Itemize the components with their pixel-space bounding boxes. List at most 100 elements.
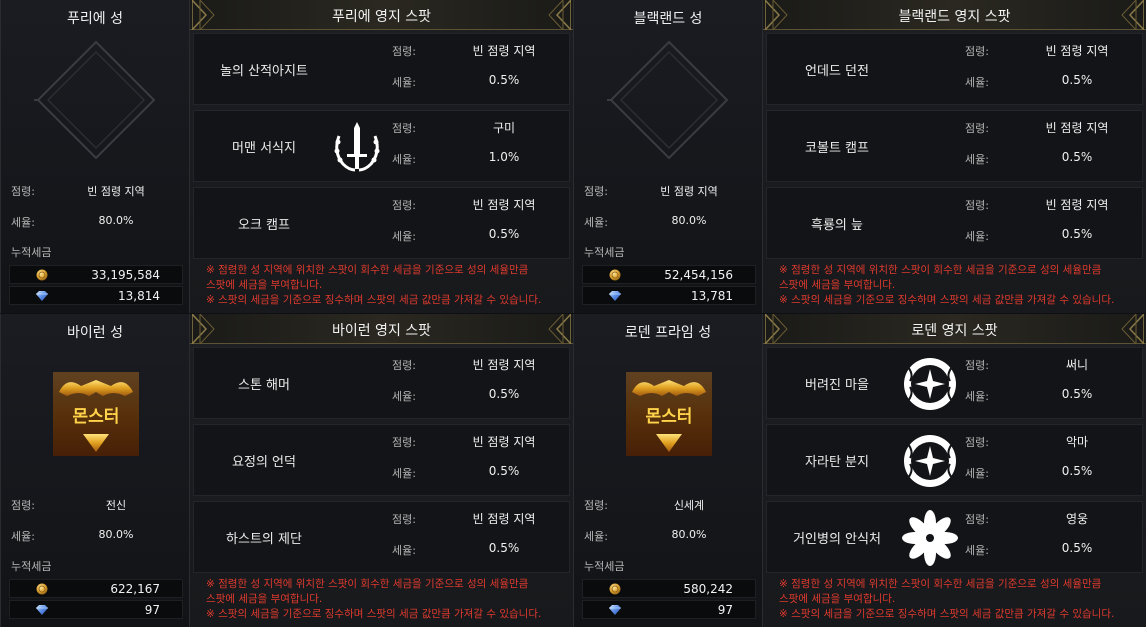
adena-value: 33,195,584 <box>91 268 160 282</box>
notice-line-2: 스팟에 세금을 부여합니다. <box>779 593 896 605</box>
diamond-icon <box>36 290 48 302</box>
tax-notice: ※ 점령한 성 지역에 위치한 스팟이 회수한 세금을 기준으로 성의 세율만큼… <box>779 263 1139 308</box>
spot-name: 언데드 던전 <box>805 64 869 79</box>
castle-tax-row: 세율: 80.0% <box>574 526 764 546</box>
spot-name: 버려진 마을 <box>805 378 869 393</box>
tax-label: 세율: <box>965 390 989 403</box>
diamond-row: 13,814 <box>9 286 183 305</box>
castle-panel: 바이런 성 몬스터 점령: 전신 세율: 80.0% 누적세금 622,167 97 <box>0 314 190 627</box>
castle-tax-row: 세율: 80.0% <box>574 212 764 232</box>
spot-occupation-value: 구미 <box>492 121 516 135</box>
castle-tax-value: 80.0% <box>671 528 707 541</box>
spot-tax-value: 0.5% <box>1061 150 1093 164</box>
castle-title: 로덴 프라임 성 <box>624 325 712 341</box>
occupation-label: 점령: <box>584 499 608 512</box>
occupation-label: 점령: <box>392 199 416 212</box>
adena-value: 52,454,156 <box>664 268 733 282</box>
spot-card[interactable]: 코볼트 캠프 점령: 빈 점령 지역 세율: 0.5% <box>766 110 1143 182</box>
territory-quadrant: 로덴 프라임 성 몬스터 점령: 신세계 세율: 80.0% 누적세금 580,242 97 로덴… <box>573 312 1146 627</box>
spot-name: 흑룡의 늪 <box>811 218 863 233</box>
accumulated-tax-label: 누적세금 <box>11 560 52 573</box>
compass-star-emblem <box>902 432 958 490</box>
occupation-label: 점령: <box>965 122 989 135</box>
spot-card[interactable]: 언데드 던전 점령: 빈 점령 지역세율: 0.5% <box>766 33 1143 105</box>
adena-value: 580,242 <box>683 582 733 596</box>
occupation-label: 점령: <box>392 513 416 526</box>
diamond-row: 97 <box>582 600 756 619</box>
spot-card[interactable]: 흑룡의 늪 점령: 빈 점령 지역 세율: 0.5% <box>766 187 1143 259</box>
tax-label: 세율: <box>11 530 35 543</box>
castle-occupation-row: 점령: 빈 점령 지역 <box>574 181 764 201</box>
castle-panel: 푸리에 성 점령: 빈 점령 지역 세율: 80.0% 누적세금 33,195,584 13,… <box>0 0 190 313</box>
spot-card[interactable]: 놀의 산적아지트 점령: 빈 점령 지역 세율: 0.5% <box>193 33 570 105</box>
castle-title: 바이런 성 <box>67 325 123 341</box>
castle-occupation-row: 점령: 전신 <box>1 495 191 515</box>
diamond-icon <box>609 290 621 302</box>
occupation-label: 점령: <box>965 45 989 58</box>
spot-card[interactable]: 오크 캠프 점령: 빈 점령 지역 세율: 0.5% <box>193 187 570 259</box>
compass-star-emblem <box>902 355 958 413</box>
notice-line-3: ※ 스팟의 세금을 기준으로 징수하며 스팟의 세금 값만큼 가져갈 수 있습니… <box>779 608 1115 620</box>
occupation-label: 점령: <box>392 359 416 372</box>
notice-line-2: 스팟에 세금을 부여합니다. <box>779 279 896 291</box>
spot-name: 스톤 해머 <box>238 378 290 393</box>
spot-occupation-value: 빈 점령 지역 <box>1045 44 1109 58</box>
adena-value: 622,167 <box>110 582 160 596</box>
spot-tax-value: 0.5% <box>488 73 520 87</box>
monster-emblem: 몬스터 <box>53 372 139 456</box>
monster-emblem: 몬스터 <box>626 372 712 456</box>
territory-quadrant: 블랙랜드 성 점령: 빈 점령 지역 세율: 80.0% 누적세금 52,454,156 13… <box>573 0 1146 313</box>
tax-notice: ※ 점령한 성 지역에 위치한 스팟이 회수한 세금을 기준으로 성의 세율만큼… <box>206 263 566 308</box>
accumulated-tax-label: 누적세금 <box>584 560 625 573</box>
spot-card[interactable]: 거인병의 안식처 점령: 영웅 세율: 0.5% <box>766 501 1143 573</box>
spot-name: 머맨 서식지 <box>232 141 296 156</box>
castle-title: 블랙랜드 성 <box>633 11 703 27</box>
occupation-label: 점령: <box>11 499 35 512</box>
adena-coin-icon <box>36 269 48 281</box>
spot-occupation-value: 빈 점령 지역 <box>472 358 536 372</box>
castle-occupation-value: 빈 점령 지역 <box>660 185 718 198</box>
sword-laurel-emblem <box>329 118 385 176</box>
territory-quadrant: 푸리에 성 점령: 빈 점령 지역 세율: 80.0% 누적세금 33,195,584 13,… <box>0 0 573 313</box>
diamond-value: 97 <box>717 603 733 617</box>
spot-card[interactable]: 자라탄 분지 점령: 악마 세율: 0.5% <box>766 424 1143 496</box>
tax-label: 세율: <box>392 467 416 480</box>
diamond-value: 13,814 <box>118 289 160 303</box>
spot-card[interactable]: 머맨 서식지 점령: 구미 세율: 1.0% <box>193 110 570 182</box>
notice-line-1: ※ 점령한 성 지역에 위치한 스팟이 회수한 세금을 기준으로 성의 세율만큼 <box>206 264 529 276</box>
castle-occupation-row: 점령: 신세계 <box>574 495 764 515</box>
castle-occupation-value: 신세계 <box>673 499 705 512</box>
tax-label: 세율: <box>392 544 416 557</box>
castle-tax-row: 세율: 80.0% <box>1 212 191 232</box>
spot-occupation-value: 빈 점령 지역 <box>1045 121 1109 135</box>
spot-header-title: 로덴 영지 스팟 <box>911 323 998 339</box>
occupation-label: 점령: <box>392 436 416 449</box>
monster-emblem-text: 몬스터 <box>645 407 693 427</box>
spot-name: 요정의 언덕 <box>232 455 296 470</box>
tax-notice: ※ 점령한 성 지역에 위치한 스팟이 회수한 세금을 기준으로 성의 세율만큼… <box>779 577 1139 622</box>
accumulated-tax-label: 누적세금 <box>11 246 52 259</box>
spot-occupation-value: 빈 점령 지역 <box>472 44 536 58</box>
occupation-label: 점령: <box>965 359 989 372</box>
spot-name: 자라탄 분지 <box>805 455 869 470</box>
diamond-icon <box>609 604 621 616</box>
spot-card[interactable]: 하스트의 제단 점령: 빈 점령 지역 세율: 0.5% <box>193 501 570 573</box>
tax-label: 세율: <box>965 76 989 89</box>
spot-occupation-value: 빈 점령 지역 <box>1045 198 1109 212</box>
spot-name: 오크 캠프 <box>238 218 290 233</box>
spot-card[interactable]: 스톤 해머 점령: 빈 점령 지역 세율: 0.5% <box>193 347 570 419</box>
diamond-row: 13,781 <box>582 286 756 305</box>
spot-card[interactable]: 요정의 언덕 점령: 빈 점령 지역 세율: 0.5% <box>193 424 570 496</box>
tax-label: 세율: <box>965 230 989 243</box>
tax-label: 세율: <box>11 216 35 229</box>
spot-header: 로덴 영지 스팟 <box>763 312 1146 346</box>
spot-card[interactable]: 버려진 마을 점령: 써니 세율: 0.5% <box>766 347 1143 419</box>
spot-panel: 로덴 영지 스팟 버려진 마을 점령: 써니 세율: 0.5% 자라탄 분지 점령: 악마 세율:… <box>763 312 1146 627</box>
castle-occupation-row: 점령: 빈 점령 지역 <box>1 181 191 201</box>
spot-tax-value: 0.5% <box>488 387 520 401</box>
spot-panel: 바이런 영지 스팟 스톤 해머 점령: 빈 점령 지역 세율: 0.5% 요정의 언덕 점령:… <box>190 312 573 627</box>
diamond-value: 13,781 <box>691 289 733 303</box>
notice-line-3: ※ 스팟의 세금을 기준으로 징수하며 스팟의 세금 값만큼 가져갈 수 있습니… <box>206 608 542 620</box>
spot-name: 코볼트 캠프 <box>805 141 869 156</box>
spot-tax-value: 0.5% <box>1061 73 1093 87</box>
